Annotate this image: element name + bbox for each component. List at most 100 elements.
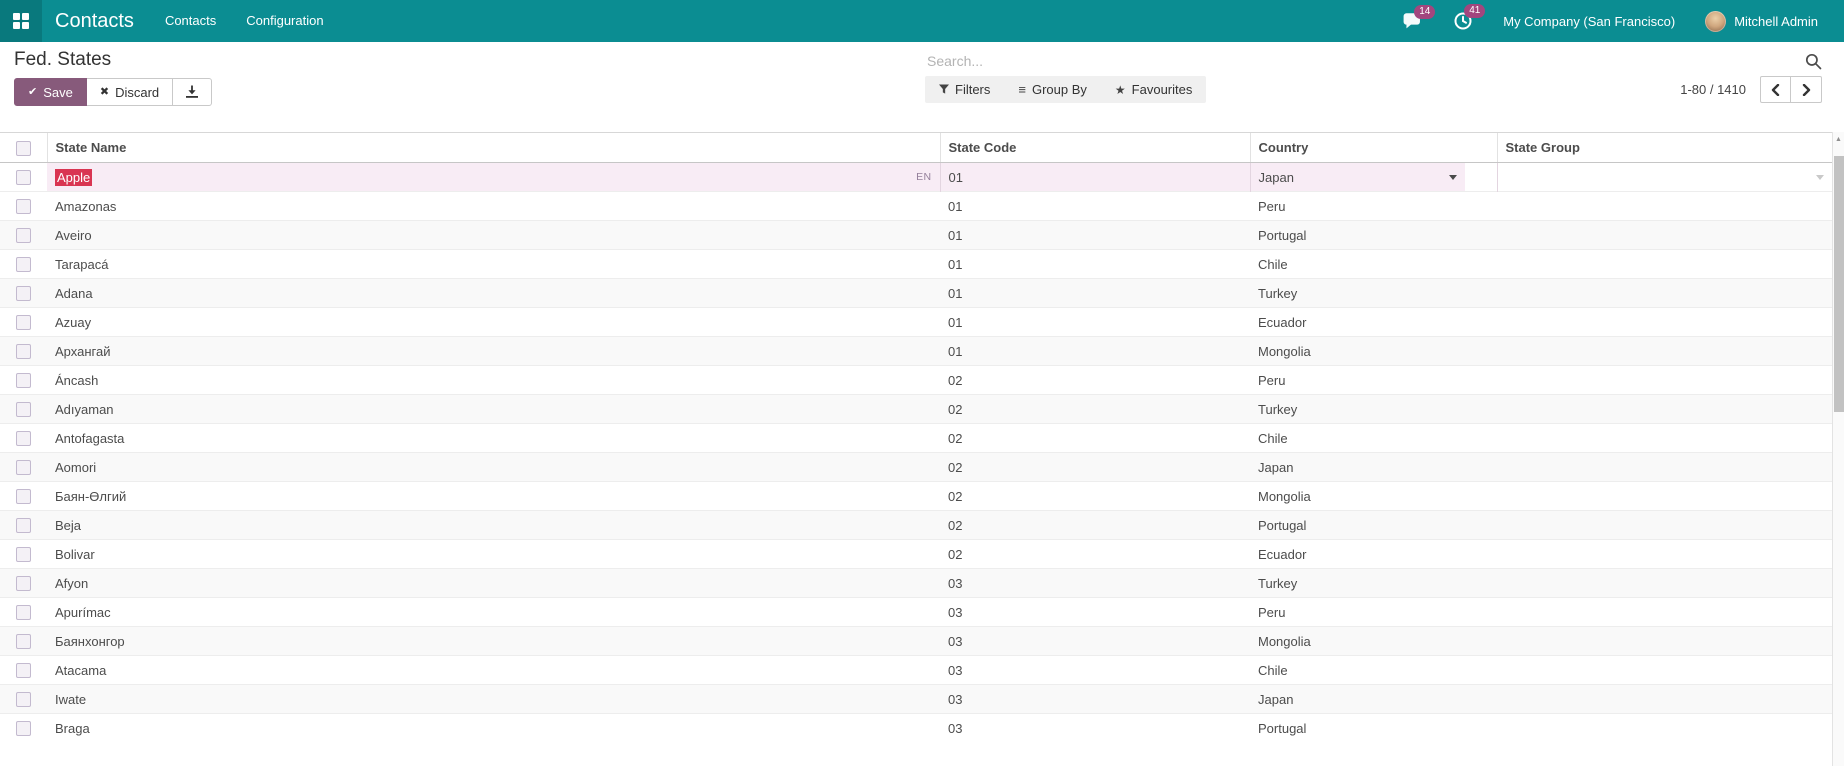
table-row[interactable]: Tarapacá 01 Chile [0, 249, 1832, 279]
table-row[interactable]: Архангай 01 Mongolia [0, 336, 1832, 366]
table-row[interactable]: Iwate 03 Japan [0, 684, 1832, 714]
table-row[interactable]: Баян-Өлгий 02 Mongolia [0, 481, 1832, 511]
country-cell[interactable]: Mongolia [1250, 626, 1497, 656]
state-name-cell[interactable]: Tarapacá [47, 249, 940, 279]
search-input[interactable] [925, 52, 1795, 70]
state-group-dropdown-caret-icon[interactable] [1816, 174, 1824, 180]
row-checkbox[interactable] [16, 286, 31, 302]
export-button[interactable] [173, 78, 213, 106]
country-cell[interactable]: Turkey [1250, 394, 1497, 424]
row-checkbox[interactable] [16, 460, 31, 476]
country-cell[interactable]: Peru [1250, 191, 1497, 221]
country-cell[interactable]: Turkey [1250, 568, 1497, 598]
state-code-cell[interactable]: 03 [940, 655, 1250, 685]
state-group-cell[interactable] [1497, 191, 1832, 221]
state-name-cell[interactable]: Apurímac [47, 597, 940, 627]
state-code-cell[interactable]: 02 [940, 423, 1250, 453]
table-row[interactable]: Afyon 03 Turkey [0, 568, 1832, 598]
state-group-cell[interactable] [1497, 481, 1832, 511]
country-cell[interactable]: Japan [1250, 684, 1497, 714]
state-name-cell[interactable]: Aveiro [47, 220, 940, 250]
state-group-cell[interactable] [1497, 597, 1832, 627]
state-code-cell[interactable]: 01 [940, 220, 1250, 250]
company-switcher[interactable]: My Company (San Francisco) [1503, 14, 1675, 29]
column-header-state-name[interactable]: State Name [46, 132, 940, 163]
pager-previous-button[interactable] [1760, 76, 1791, 103]
state-group-cell[interactable] [1497, 452, 1832, 482]
scrollbar-thumb[interactable] [1834, 156, 1844, 412]
pager-range[interactable]: 1-80 / 1410 [1680, 82, 1746, 97]
favourites-button[interactable]: ★ Favourites [1101, 76, 1206, 103]
save-button[interactable]: ✔ Save [14, 78, 87, 106]
table-row[interactable]: Azuay 01 Ecuador [0, 307, 1832, 337]
state-name-cell[interactable]: Баян-Өлгий [47, 481, 940, 511]
country-cell[interactable]: Portugal [1250, 220, 1497, 250]
country-cell[interactable]: Mongolia [1250, 336, 1497, 366]
state-name-cell[interactable]: Beja [47, 510, 940, 540]
row-checkbox[interactable] [16, 576, 31, 592]
state-group-cell[interactable] [1497, 684, 1832, 714]
state-name-input-selected-text[interactable]: Apple [55, 168, 93, 186]
country-cell[interactable]: Turkey [1250, 278, 1497, 308]
row-checkbox[interactable] [16, 634, 31, 650]
menu-configuration[interactable]: Configuration [231, 0, 338, 42]
country-cell[interactable]: Chile [1250, 655, 1497, 685]
state-code-cell[interactable]: 02 [940, 539, 1250, 569]
activities-menu[interactable]: 41 [1453, 4, 1486, 31]
state-name-cell[interactable]: Iwate [47, 684, 940, 714]
discard-button[interactable]: ✖ Discard [86, 78, 174, 106]
table-row[interactable]: Apurímac 03 Peru [0, 597, 1832, 627]
row-checkbox[interactable] [16, 663, 31, 679]
state-group-cell[interactable] [1497, 278, 1832, 308]
filters-button[interactable]: Filters [925, 76, 1004, 103]
row-checkbox[interactable] [16, 692, 31, 708]
column-header-state-group[interactable]: State Group [1496, 132, 1832, 163]
state-code-cell[interactable]: 03 [940, 597, 1250, 627]
country-dropdown-caret-icon[interactable] [1448, 174, 1457, 180]
state-code-cell[interactable]: 02 [940, 481, 1250, 511]
state-name-cell[interactable]: Azuay [47, 307, 940, 337]
state-name-cell[interactable]: Antofagasta [47, 423, 940, 453]
row-checkbox[interactable] [16, 489, 31, 505]
table-row[interactable]: Áncash 02 Peru [0, 365, 1832, 395]
state-name-cell[interactable]: Adıyaman [47, 394, 940, 424]
state-group-cell[interactable] [1497, 655, 1832, 685]
state-name-cell[interactable]: Braga [47, 713, 940, 743]
state-group-cell[interactable] [1497, 220, 1832, 250]
country-cell[interactable]: Ecuador [1250, 307, 1497, 337]
search-icon[interactable] [1805, 53, 1822, 70]
row-checkbox[interactable] [16, 721, 31, 737]
menu-contacts[interactable]: Contacts [150, 0, 231, 42]
row-checkbox[interactable] [16, 605, 31, 621]
state-code-cell[interactable]: 02 [940, 452, 1250, 482]
country-cell[interactable]: Mongolia [1250, 481, 1497, 511]
country-cell[interactable]: Japan [1250, 452, 1497, 482]
state-name-cell[interactable]: Afyon [47, 568, 940, 598]
country-cell[interactable]: Portugal [1250, 510, 1497, 540]
row-checkbox[interactable] [16, 257, 31, 273]
state-code-cell[interactable]: 01 [940, 336, 1250, 366]
group-by-button[interactable]: ≡ Group By [1004, 76, 1101, 103]
table-row[interactable]: Adana 01 Turkey [0, 278, 1832, 308]
row-checkbox[interactable] [16, 547, 31, 563]
state-code-edit-cell[interactable]: 01 [939, 162, 1250, 192]
row-checkbox[interactable] [16, 373, 31, 389]
table-row[interactable]: Adıyaman 02 Turkey [0, 394, 1832, 424]
state-group-cell[interactable] [1497, 394, 1832, 424]
country-cell[interactable]: Peru [1250, 365, 1497, 395]
state-code-cell[interactable]: 03 [940, 713, 1250, 743]
table-row[interactable]: Aveiro 01 Portugal [0, 220, 1832, 250]
country-cell[interactable]: Peru [1250, 597, 1497, 627]
table-row[interactable]: Aomori 02 Japan [0, 452, 1832, 482]
table-row[interactable]: Баянхонгор 03 Mongolia [0, 626, 1832, 656]
column-header-state-code[interactable]: State Code [939, 132, 1250, 163]
pager-next-button[interactable] [1791, 76, 1822, 103]
user-menu[interactable]: Mitchell Admin [1705, 10, 1818, 32]
row-checkbox[interactable] [16, 402, 31, 418]
state-name-cell[interactable]: Amazonas [47, 191, 940, 221]
state-code-cell[interactable]: 03 [940, 568, 1250, 598]
state-group-cell[interactable] [1497, 365, 1832, 395]
row-checkbox[interactable] [16, 228, 31, 244]
vertical-scrollbar[interactable]: ▲ [1832, 132, 1844, 766]
state-name-edit-cell[interactable]: Apple EN [47, 162, 940, 192]
